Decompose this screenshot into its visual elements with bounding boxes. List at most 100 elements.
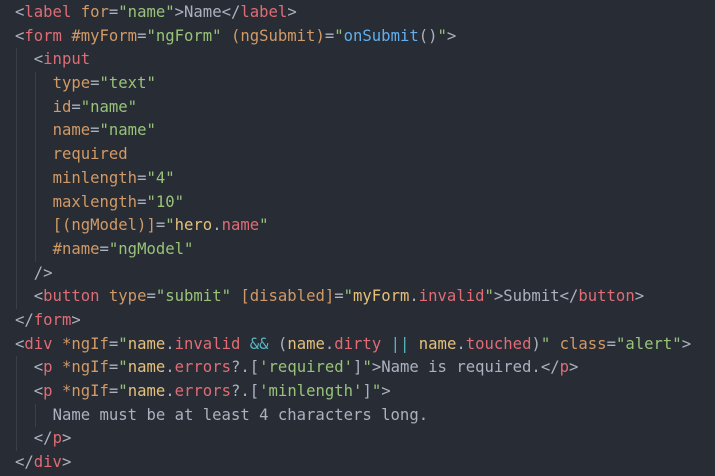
code-line[interactable]: <p *ngIf="name.errors?.['required']">Nam… — [0, 356, 691, 380]
code-token: " — [165, 216, 175, 235]
code-token: < — [33, 358, 44, 377]
code-token: Name must be at least 4 characters long. — [52, 405, 429, 424]
code-line[interactable]: id="name" — [0, 95, 691, 120]
code-line[interactable]: </form> — [0, 309, 691, 333]
code-token: > — [681, 334, 692, 353]
indent-guide — [16, 119, 17, 144]
code-token: = — [108, 382, 119, 400]
code-token: > — [634, 287, 645, 306]
code-token: hero — [174, 216, 213, 235]
code-token: . — [212, 216, 222, 235]
code-token: input — [43, 50, 91, 69]
code-line[interactable]: </div> — [0, 451, 691, 475]
indent-guide — [35, 190, 36, 215]
code-line[interactable]: type="text" — [0, 72, 691, 96]
code-token: > — [446, 26, 457, 45]
code-token: "name" — [118, 3, 175, 21]
code-line[interactable]: Name must be at least 4 characters long. — [0, 403, 691, 428]
code-token: "10" — [146, 192, 185, 211]
code-token: " — [437, 26, 447, 45]
code-token: *ngIf — [61, 382, 109, 400]
code-token: >Name is required.</ — [371, 358, 560, 377]
code-token: label — [24, 3, 72, 21]
code-line[interactable]: <label for="name">Name</label> — [0, 1, 691, 25]
code-line[interactable]: <input — [0, 48, 691, 73]
code-token: #myForm — [71, 26, 138, 45]
code-line[interactable]: maxlength="10" — [0, 190, 691, 215]
code-token: < — [15, 3, 25, 21]
code-token: form — [33, 310, 72, 329]
code-token: && — [249, 334, 269, 353]
code-line[interactable]: name="name" — [0, 119, 691, 144]
code-token: errors — [174, 382, 231, 400]
code-block[interactable]: <label for="name">Name</label> <form #myF… — [0, 1, 691, 475]
code-token: = — [108, 3, 119, 21]
code-token: name — [52, 121, 91, 140]
code-token: type — [108, 287, 147, 306]
code-token: *ngIf — [61, 358, 109, 377]
code-editor[interactable]: <label for="name">Name</label> <form #myF… — [0, 0, 715, 476]
code-token: invalid — [174, 334, 241, 353]
code-token: [disabled] — [240, 287, 335, 306]
code-line[interactable]: minlength="4" — [0, 166, 691, 191]
code-token: >Name</ — [174, 3, 241, 21]
code-token: name — [127, 358, 166, 377]
code-token: touched — [465, 334, 532, 353]
code-line[interactable]: </p> — [0, 427, 691, 452]
indent-guide — [16, 427, 17, 452]
code-token: button — [43, 287, 100, 306]
code-token: p — [43, 358, 53, 377]
code-token: ?.[ — [230, 382, 260, 400]
indent-guide — [35, 403, 36, 428]
indent-guide — [35, 214, 36, 238]
code-token: " — [118, 382, 128, 400]
code-line[interactable]: [(ngModel)]="hero.name" — [0, 214, 691, 238]
code-token: for — [80, 3, 109, 21]
indent-guide — [35, 119, 36, 144]
code-token: || — [390, 334, 410, 353]
code-token: = — [108, 334, 119, 353]
code-line[interactable]: /> — [0, 261, 691, 286]
code-line[interactable]: <button type="submit" [disabled]="myForm… — [0, 285, 691, 309]
code-token: " — [118, 358, 128, 377]
indent-guide — [16, 285, 17, 309]
code-token: p — [52, 429, 62, 448]
indent-guide — [35, 237, 36, 262]
code-token: name — [127, 382, 166, 400]
code-token: (ngSubmit) — [230, 26, 325, 45]
code-line[interactable]: <form #myForm="ngForm" (ngSubmit)="onSub… — [0, 25, 691, 49]
code-line[interactable]: required — [0, 143, 691, 167]
code-line[interactable]: <p *ngIf="name.errors?.['minlength']"> — [0, 380, 691, 404]
code-line[interactable]: <div *ngIf="name.invalid && (name.dirty … — [0, 333, 691, 357]
code-token: > — [287, 3, 297, 21]
code-token: = — [108, 358, 119, 377]
code-token: = — [90, 121, 100, 140]
code-token: "ngForm" — [146, 26, 222, 45]
code-token: ) — [531, 334, 541, 353]
code-token: = — [71, 97, 81, 116]
code-token: name — [221, 216, 260, 235]
code-token: = — [99, 239, 109, 258]
code-line[interactable]: #name="ngModel" — [0, 237, 691, 262]
indent-guide — [16, 190, 17, 215]
code-token: " — [362, 358, 372, 377]
code-token: [(ngModel)] — [52, 216, 156, 235]
